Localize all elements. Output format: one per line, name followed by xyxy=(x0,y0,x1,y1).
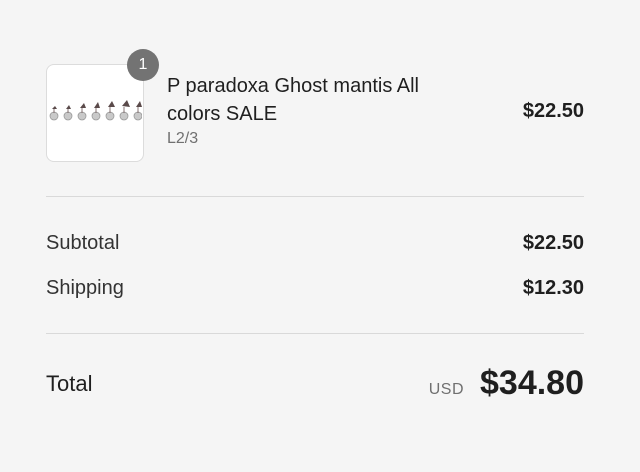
divider-summary xyxy=(46,333,584,334)
subtotal-value: $22.50 xyxy=(522,232,584,254)
mantis-product-photo xyxy=(49,100,142,121)
divider-line-item xyxy=(46,196,584,197)
shipping-row: Shipping $12.30 xyxy=(46,274,584,302)
cart-line-item: 1 P paradoxa Ghost mantis All colors SAL… xyxy=(46,49,584,162)
product-title: P paradoxa Ghost mantis All colors SALE xyxy=(167,75,419,125)
total-value: $34.80 xyxy=(480,364,584,402)
total-label: Total xyxy=(46,371,93,396)
product-thumbnail: 1 xyxy=(46,49,159,162)
quantity-badge: 1 xyxy=(127,49,159,81)
shipping-value: $12.30 xyxy=(522,277,584,299)
total-row: Total USD $34.80 xyxy=(46,362,584,406)
total-amount-group: USD $34.80 xyxy=(429,362,584,404)
product-variant: L2/3 xyxy=(167,130,199,147)
currency-code: USD xyxy=(428,381,464,398)
shipping-label: Shipping xyxy=(46,277,124,299)
product-price: $22.50 xyxy=(522,100,584,122)
subtotal-label: Subtotal xyxy=(46,232,120,254)
subtotal-row: Subtotal $22.50 xyxy=(46,229,584,257)
